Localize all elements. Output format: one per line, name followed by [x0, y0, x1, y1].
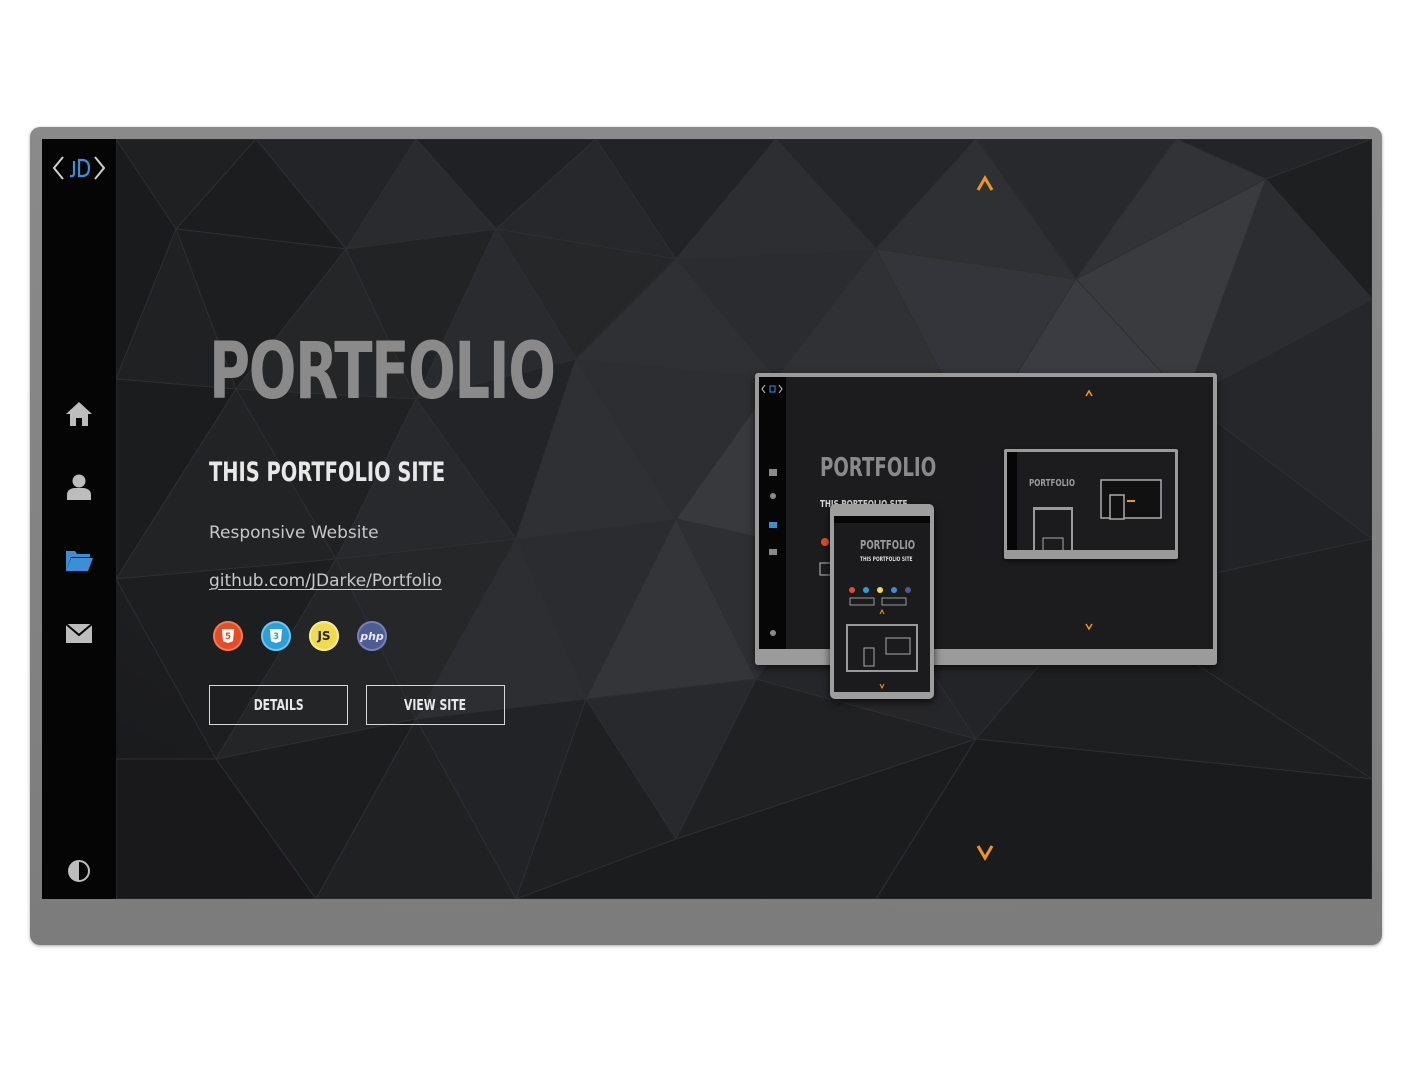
contrast-icon[interactable]	[67, 859, 91, 883]
user-icon	[67, 474, 91, 500]
project-title: THIS PORTFOLIO SITE	[209, 457, 446, 488]
sidebar	[42, 139, 116, 899]
view-site-button[interactable]: VIEW SITE	[366, 685, 505, 725]
jd-logo-icon[interactable]	[52, 153, 106, 183]
preview-nested-monitor: PORTFOLIO	[1004, 449, 1178, 559]
svg-text:5: 5	[225, 632, 231, 642]
sidebar-item-home[interactable]	[64, 399, 94, 429]
php-icon: php	[357, 621, 387, 651]
project-subtitle: Responsive Website	[209, 523, 379, 543]
svg-text:3: 3	[273, 632, 279, 642]
project-preview-image: PORTFOLIO THIS PORTFOLIO SITE PORTFOLIO	[755, 373, 1217, 703]
preview-title: PORTFOLIO	[820, 453, 937, 483]
screen: PORTFOLIO THIS PORTFOLIO SITE Responsive…	[42, 139, 1372, 899]
html5-icon: 5	[213, 621, 243, 651]
css3-icon: 3	[261, 621, 291, 651]
sidebar-item-contact[interactable]	[64, 618, 94, 648]
sidebar-item-portfolio[interactable]	[64, 545, 94, 575]
next-arrow-icon[interactable]	[974, 843, 996, 861]
github-link[interactable]: github.com/JDarke/Portfolio	[209, 571, 442, 591]
home-icon	[66, 402, 92, 426]
mail-icon	[65, 623, 93, 643]
details-button[interactable]: DETAILS	[209, 685, 348, 725]
sidebar-item-about[interactable]	[64, 472, 94, 502]
javascript-icon: JS	[309, 621, 339, 651]
folder-icon	[66, 551, 93, 571]
device-frame: PORTFOLIO THIS PORTFOLIO SITE Responsive…	[30, 127, 1382, 945]
preview-monitor: PORTFOLIO THIS PORTFOLIO SITE PORTFOLIO	[755, 373, 1217, 665]
page-title: PORTFOLIO	[209, 327, 556, 417]
previous-arrow-icon[interactable]	[974, 175, 996, 193]
preview-tablet: PORTFOLIO THIS PORTFOLIO SITE	[830, 504, 934, 699]
